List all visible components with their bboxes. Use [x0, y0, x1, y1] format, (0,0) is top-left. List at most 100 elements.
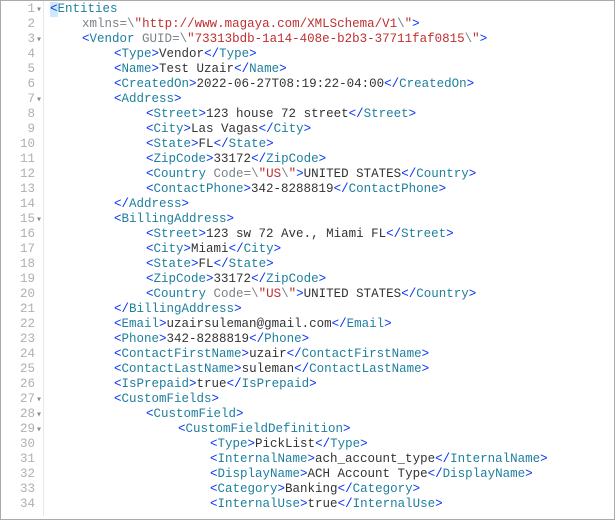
tok: >: [191, 137, 199, 151]
tok: Category: [218, 482, 278, 496]
code-area[interactable]: <Entitiesxmlns=\"http://www.magaya.com/X…: [44, 1, 614, 516]
tok: >: [189, 377, 197, 391]
tok: >: [184, 242, 192, 256]
tok: ContactPhone: [154, 182, 244, 196]
tok: Phone: [122, 332, 160, 346]
tok: 2022-06-27T08:19:22-04:00: [197, 77, 385, 91]
tok: >: [274, 242, 282, 256]
tok: Email: [122, 317, 160, 331]
code-line: <InternalUse>true</InternalUse>: [50, 497, 614, 512]
tok: >: [249, 47, 257, 61]
code-line: <Type>PickList</Type>: [50, 437, 614, 452]
tok: <: [234, 62, 242, 76]
tok: <: [146, 272, 154, 286]
code-line: </BillingAddress>: [50, 302, 614, 317]
tok: InternalName: [450, 452, 540, 466]
code-line: <Country Code=\"US\">UNITED STATES</Coun…: [50, 167, 614, 182]
tok: ContactFirstName: [302, 347, 422, 361]
tok: City: [274, 122, 304, 136]
tok: Miami: [191, 242, 229, 256]
tok: >: [422, 362, 430, 376]
tok: \: [397, 17, 405, 31]
tok: <: [114, 62, 122, 76]
tok: <: [50, 2, 58, 16]
fold-toggle-icon[interactable]: ▾: [36, 93, 42, 108]
tok: <: [251, 152, 259, 166]
tok: CustomFields: [122, 392, 212, 406]
line-number: 9: [5, 122, 35, 137]
code-line: <Street>123 sw 72 Ave., Miami FL</Street…: [50, 227, 614, 242]
tok: /: [236, 242, 244, 256]
fold-toggle-icon[interactable]: ▾: [36, 3, 42, 18]
tok: >: [227, 212, 235, 226]
tok: >: [278, 482, 286, 496]
line-number: 12: [5, 167, 35, 182]
tok: /: [122, 197, 130, 211]
tok: /: [323, 437, 331, 451]
code-line: <InternalName>ach_account_type</Internal…: [50, 452, 614, 467]
tok: /: [257, 332, 265, 346]
tok: \: [127, 17, 135, 31]
tok: Code: [214, 287, 244, 301]
tok: Street: [364, 107, 409, 121]
tok: 73313bdb-1a14-408e-b2b3-37711faf0815: [195, 32, 465, 46]
tok: <: [210, 467, 218, 481]
line-number: 19: [5, 272, 35, 287]
tok: Address: [129, 197, 182, 211]
tok: Email: [347, 317, 385, 331]
tok: CreatedOn: [399, 77, 467, 91]
tok: >: [279, 62, 287, 76]
code-line: <CreatedOn>2022-06-27T08:19:22-04:00</Cr…: [50, 77, 614, 92]
code-line: <BillingAddress>: [50, 212, 614, 227]
tok: GUID: [142, 32, 172, 46]
code-line: <Email>uzairsuleman@gmail.com</Email>: [50, 317, 614, 332]
tok: Name: [249, 62, 279, 76]
line-number: 13: [5, 182, 35, 197]
tok: /: [294, 347, 302, 361]
tok: >: [242, 347, 250, 361]
tok: ": [135, 17, 143, 31]
line-number: 29▾: [5, 422, 35, 437]
tok: >: [206, 272, 214, 286]
tok: /: [234, 377, 242, 391]
tok: <: [229, 242, 237, 256]
fold-toggle-icon[interactable]: ▾: [36, 423, 42, 438]
tok: >: [152, 62, 160, 76]
tok: <: [114, 317, 122, 331]
tok: /: [221, 257, 229, 271]
tok: UNITED STATES: [304, 167, 402, 181]
fold-toggle-icon[interactable]: ▾: [36, 393, 42, 408]
tok: >: [300, 467, 308, 481]
line-number: 14: [5, 197, 35, 212]
tok: ContactLastName: [122, 362, 235, 376]
tok: ContactFirstName: [122, 347, 242, 361]
code-line: <ContactLastName>suleman</ContactLastNam…: [50, 362, 614, 377]
tok: http://www.magaya.com/XMLSchema/V1: [142, 17, 397, 31]
tok: /: [122, 302, 130, 316]
tok: <: [114, 332, 122, 346]
fold-toggle-icon[interactable]: ▾: [36, 408, 42, 423]
line-number: 31: [5, 452, 35, 467]
line-number: 4: [5, 47, 35, 62]
tok: <: [384, 77, 392, 91]
tok: 342-8288819: [167, 332, 250, 346]
tok: <: [214, 137, 222, 151]
fold-toggle-icon[interactable]: ▾: [36, 33, 42, 48]
tok: >: [159, 317, 167, 331]
tok: <: [315, 437, 323, 451]
tok: DisplayName: [443, 467, 526, 481]
tok: >: [296, 287, 304, 301]
tok: <: [386, 227, 394, 241]
tok: >: [199, 227, 207, 241]
code-line: <Address>: [50, 92, 614, 107]
tok: <: [114, 47, 122, 61]
tok: >: [236, 407, 244, 421]
tok: Street: [154, 107, 199, 121]
tok: Phone: [264, 332, 302, 346]
tok: suleman: [242, 362, 295, 376]
tok: /: [212, 47, 220, 61]
tok: >: [480, 32, 488, 46]
fold-toggle-icon[interactable]: ▾: [36, 213, 42, 228]
tok: InternalName: [218, 452, 308, 466]
tok: >: [360, 437, 368, 451]
